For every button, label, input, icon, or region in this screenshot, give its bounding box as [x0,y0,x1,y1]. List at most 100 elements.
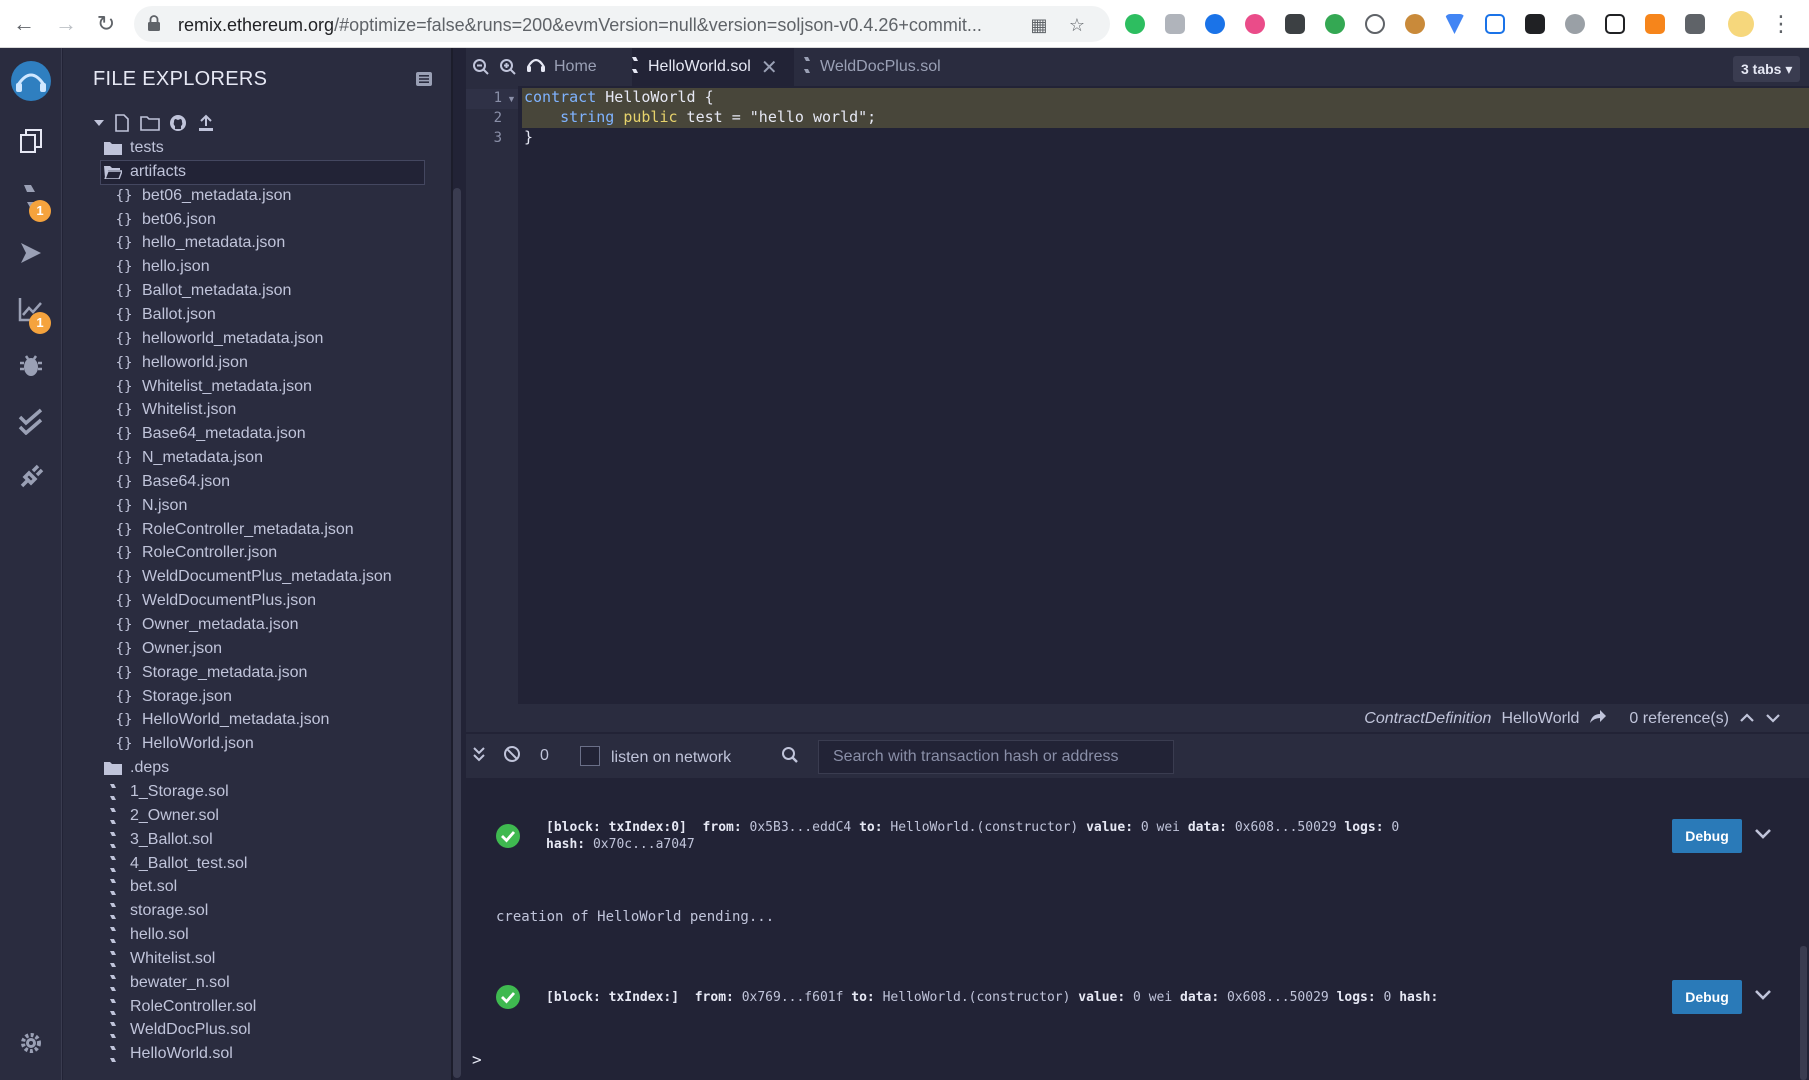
file-item[interactable]: {} HelloWorld.json [114,732,254,756]
bookmark-star-icon[interactable]: ☆ [1066,14,1088,36]
file-item[interactable]: {} HelloWorld_metadata.json [114,708,330,732]
file-item[interactable]: {} Storage.json [114,685,232,709]
file-item[interactable]: bewater_n.sol [104,971,230,995]
zoom-in-icon[interactable] [499,58,517,76]
file-item[interactable]: {} Owner.json [114,637,222,661]
upload-file-icon[interactable] [195,112,217,134]
code-extension-icon[interactable] [1360,10,1389,38]
file-item[interactable]: 2_Owner.sol [104,804,219,828]
file-item[interactable]: {} Ballot_metadata.json [114,279,292,303]
qr-extension-icon[interactable] [1280,10,1309,38]
folder-item[interactable]: artifacts [104,160,186,184]
file-explorer-icon[interactable] [14,124,48,158]
file-item[interactable]: RoleController.sol [104,995,256,1019]
folder-item[interactable]: .deps [104,756,169,780]
folder-open-icon [104,163,122,181]
cube-extension-icon[interactable] [1600,10,1629,38]
file-item[interactable]: hello.sol [104,923,189,947]
file-item[interactable]: {} bet06_metadata.json [114,184,292,208]
file-item[interactable]: {} N.json [114,494,188,518]
debugger-icon[interactable] [14,348,48,382]
pinwheel-extension-icon[interactable] [1240,10,1269,38]
clear-console-icon[interactable] [503,745,523,765]
new-folder-icon[interactable] [139,112,161,134]
deploy-run-icon[interactable] [14,236,48,270]
file-item[interactable]: {} WeldDocumentPlus_metadata.json [114,565,392,589]
file-item[interactable]: {} Base64.json [114,470,231,494]
puzzle-extensions-icon[interactable] [1680,10,1709,38]
vue-extension-icon[interactable] [1440,10,1469,38]
toggle-terminal-icon[interactable] [472,746,490,766]
metamask-fox-icon[interactable] [1640,10,1669,38]
tree-extension-icon[interactable] [1320,10,1349,38]
file-item[interactable]: {} Whitelist.json [114,398,237,422]
remix-logo-icon[interactable] [8,58,54,104]
tab-helloworld-sol[interactable]: HelloWorld.sol ✕ [632,48,794,86]
cookie-extension-icon[interactable] [1400,10,1429,38]
github-gist-icon[interactable] [167,112,189,134]
debug-button[interactable]: Debug [1672,819,1742,853]
code-editor[interactable] [466,86,1809,704]
expand-transaction-icon[interactable] [1754,988,1772,1006]
file-item[interactable]: bet.sol [104,875,177,899]
forward-icon[interactable]: → [52,10,80,38]
file-item[interactable]: {} hello.json [114,255,210,279]
reload-icon[interactable]: ↻ [92,10,120,38]
file-item[interactable]: {} Owner_metadata.json [114,613,299,637]
file-item[interactable]: {} RoleController_metadata.json [114,518,354,542]
terminal-prompt[interactable]: > [472,1050,482,1069]
workspace-caret-icon[interactable] [93,112,105,134]
tab-welddocplus-sol[interactable]: WeldDocPlus.sol [802,48,962,86]
next-reference-icon[interactable] [1765,710,1781,728]
go-to-definition-icon[interactable] [1589,708,1607,729]
previous-reference-icon[interactable] [1739,710,1755,728]
file-item[interactable]: {} Storage_metadata.json [114,661,308,685]
file-item[interactable]: Whitelist.sol [104,947,215,971]
file-item[interactable]: 4_Ballot_test.sol [104,852,247,876]
new-file-icon[interactable] [111,112,133,134]
back-icon[interactable]: ← [10,10,38,38]
file-item[interactable]: {} Whitelist_metadata.json [114,375,312,399]
close-tab-icon[interactable]: ✕ [761,55,778,80]
fold-arrow-icon[interactable]: ▼ [507,94,516,104]
file-item[interactable]: {} RoleController.json [114,541,278,565]
profile-avatar[interactable] [1728,11,1754,37]
evernote-extension-icon[interactable] [1120,10,1149,38]
debug-button[interactable]: Debug [1672,980,1742,1014]
dark-extension-icon[interactable] [1520,10,1549,38]
plugin-manager-icon[interactable] [14,460,48,494]
collapse-panel-icon[interactable] [415,70,433,88]
address-bar[interactable]: remix.ethereum.org/#optimize=false&runs=… [134,6,1110,42]
file-item[interactable]: WeldDocPlus.sol [104,1018,251,1042]
cloud-extension-icon[interactable] [1560,10,1589,38]
expand-transaction-icon[interactable] [1754,827,1772,845]
qr-code-icon[interactable]: ▦ [1028,14,1050,36]
tree-item-label: 1_Storage.sol [130,782,229,800]
tree-item-label: RoleController_metadata.json [142,520,354,538]
file-item[interactable]: {} helloworld_metadata.json [114,327,324,351]
file-item[interactable]: storage.sol [104,899,208,923]
window-extension-icon[interactable] [1480,10,1509,38]
file-item[interactable]: {} WeldDocumentPlus.json [114,589,316,613]
zoom-out-icon[interactable] [472,58,490,76]
folder-item[interactable]: tests [104,136,164,160]
tabs-count-dropdown[interactable]: 3 tabs ▾ [1733,56,1801,82]
terminal-scrollbar[interactable] [1800,946,1807,1080]
file-item[interactable]: {} Ballot.json [114,303,216,327]
file-item[interactable]: HelloWorld.sol [104,1042,233,1066]
file-item[interactable]: {} hello_metadata.json [114,231,286,255]
file-item[interactable]: 3_Ballot.sol [104,828,213,852]
settings-icon[interactable] [14,1026,48,1060]
browser-menu-icon[interactable]: ⋮ [1770,10,1792,38]
file-item[interactable]: {} helloworld.json [114,351,248,375]
unit-testing-icon[interactable] [14,404,48,438]
shield-extension-icon[interactable] [1160,10,1189,38]
onepassword-extension-icon[interactable] [1200,10,1229,38]
listen-network-checkbox[interactable] [580,746,600,766]
file-explorer-scrollbar[interactable] [453,188,461,1078]
file-item[interactable]: {} Base64_metadata.json [114,422,306,446]
file-item[interactable]: 1_Storage.sol [104,780,229,804]
transaction-search-input[interactable]: Search with transaction hash or address [818,740,1174,774]
file-item[interactable]: {} bet06.json [114,208,216,232]
file-item[interactable]: {} N_metadata.json [114,446,263,470]
